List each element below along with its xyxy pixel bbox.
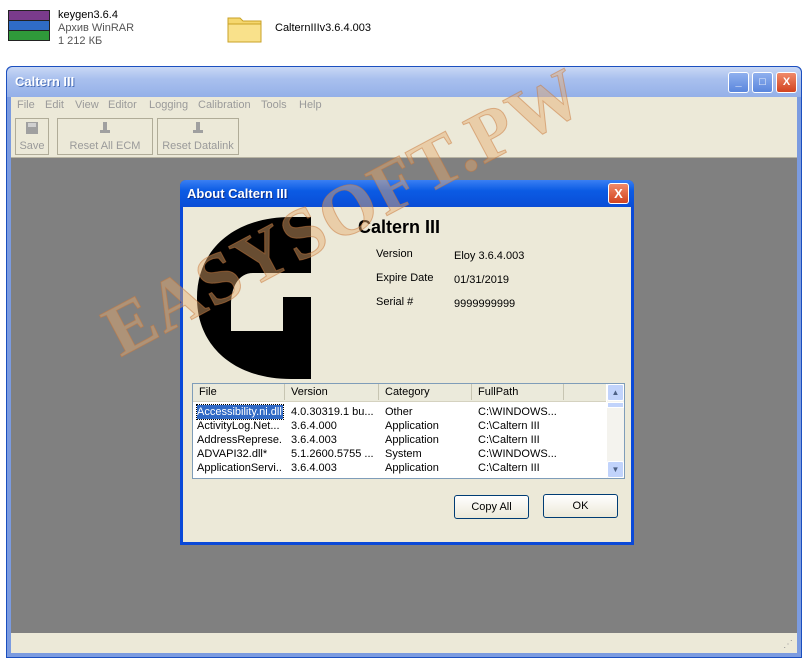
about-dialog-body: Caltern III Version Eloy 3.6.4.003 Expir… [183, 207, 631, 542]
cell-version: 3.6.4.000 [291, 420, 337, 432]
app-name: Caltern III [358, 217, 441, 237]
save-icon [26, 122, 38, 134]
reset-datalink-button[interactable]: Reset Datalink [157, 118, 239, 155]
cell-fullpath: C:\WINDOWS... [478, 406, 557, 418]
list-row[interactable]: ActivityLog.Net... 3.6.4.000 Application… [193, 419, 606, 433]
list-header: File Version Category FullPath [193, 384, 606, 402]
cell-fullpath: C:\Caltern III [478, 420, 540, 432]
cell-category: Other [385, 406, 413, 418]
scroll-down-icon[interactable]: ▼ [607, 461, 624, 478]
menu-file[interactable]: File [17, 99, 35, 111]
menu-logging[interactable]: Logging [149, 99, 188, 111]
version-value: Eloy 3.6.4.003 [454, 250, 525, 262]
cell-category: System [385, 448, 422, 460]
serial-label: Serial # [376, 296, 414, 308]
col-category[interactable]: Category [379, 384, 472, 400]
col-fullpath[interactable]: FullPath [472, 384, 564, 400]
about-dialog-title-bar[interactable]: About Caltern III X [180, 180, 634, 207]
reset-datalink-icon [193, 122, 203, 133]
about-dialog-title: About Caltern III [187, 186, 288, 201]
winrar-archive-icon[interactable] [8, 10, 50, 42]
cell-category: Application [385, 462, 439, 474]
cell-file: Accessibility.ni.dll* [196, 404, 284, 420]
version-label: Version [376, 248, 413, 260]
cell-file: AddressReprese... [197, 434, 283, 446]
cell-version: 3.6.4.003 [291, 434, 337, 446]
cell-fullpath: C:\WINDOWS... [478, 448, 557, 460]
about-dialog: About Caltern III X Caltern III Version … [180, 180, 634, 545]
list-row[interactable]: Accessibility.ni.dll* 4.0.30319.1 bu... … [193, 404, 606, 420]
scroll-up-icon[interactable]: ▲ [607, 384, 624, 401]
copy-all-button[interactable]: Copy All [454, 495, 529, 519]
module-list[interactable]: File Version Category FullPath Accessibi… [192, 383, 625, 479]
minimize-button[interactable]: _ [728, 72, 749, 93]
status-bar: ⋰ [11, 633, 797, 653]
menu-calibration[interactable]: Calibration [198, 99, 251, 111]
folder-name[interactable]: CalternIIIv3.6.4.003 [275, 22, 371, 35]
reset-ecm-label: Reset All ECM [69, 140, 141, 152]
toolbar: Save Reset All ECM Reset Datalink [11, 115, 797, 158]
serial-value: 9999999999 [454, 298, 516, 310]
menu-tools[interactable]: Tools [261, 99, 287, 111]
list-scrollbar[interactable]: ▲ ▼ [607, 384, 624, 478]
menu-editor[interactable]: Editor [108, 99, 137, 111]
cell-fullpath: C:\Caltern III [478, 434, 540, 446]
list-row[interactable]: ApplicationServi... 3.6.4.003 Applicatio… [193, 461, 606, 475]
cell-file: ActivityLog.Net... [197, 420, 280, 432]
cell-file: ADVAPI32.dll* [197, 448, 268, 460]
save-label: Save [19, 140, 45, 152]
folder-icon[interactable] [227, 12, 263, 44]
ok-button[interactable]: OK [543, 494, 618, 518]
list-row[interactable]: AddressReprese... 3.6.4.003 Application … [193, 433, 606, 447]
archive-type: Архив WinRAR [58, 22, 135, 34]
menu-view[interactable]: View [75, 99, 99, 111]
cell-category: Application [385, 434, 439, 446]
cell-category: Application [385, 420, 439, 432]
reset-datalink-label: Reset Datalink [162, 140, 234, 152]
col-version[interactable]: Version [285, 384, 379, 400]
col-file[interactable]: File [193, 384, 285, 400]
cell-version: 4.0.30319.1 bu... [291, 406, 374, 418]
menu-bar: File Edit View Editor Logging Calibratio… [11, 97, 797, 115]
menu-edit[interactable]: Edit [45, 99, 64, 111]
main-window-title: Caltern III [15, 74, 75, 89]
resize-grip-icon[interactable]: ⋰ [783, 639, 795, 651]
list-row[interactable]: ADVAPI32.dll* 5.1.2600.5755 ... System C… [193, 447, 606, 461]
close-button[interactable]: X [776, 72, 797, 93]
expire-date-label: Expire Date [376, 272, 434, 284]
archive-name[interactable]: keygen3.6.4 [58, 9, 118, 22]
maximize-button[interactable]: □ [752, 72, 773, 93]
archive-size: 1 212 КБ [58, 35, 103, 47]
save-button[interactable]: Save [15, 118, 49, 155]
about-close-button[interactable]: X [608, 183, 629, 204]
cell-version: 3.6.4.003 [291, 462, 337, 474]
cell-fullpath: C:\Caltern III [478, 462, 540, 474]
main-title-bar[interactable]: Caltern III _ □ X [7, 67, 801, 97]
cell-file: ApplicationServi... [197, 462, 283, 474]
expire-date-value: 01/31/2019 [454, 274, 510, 286]
scroll-thumb[interactable] [607, 402, 624, 408]
reset-all-ecm-button[interactable]: Reset All ECM [57, 118, 153, 155]
reset-ecm-icon [100, 122, 110, 133]
menu-help[interactable]: Help [299, 99, 322, 111]
cell-version: 5.1.2600.5755 ... [291, 448, 374, 460]
caltern-logo-icon [197, 217, 311, 379]
